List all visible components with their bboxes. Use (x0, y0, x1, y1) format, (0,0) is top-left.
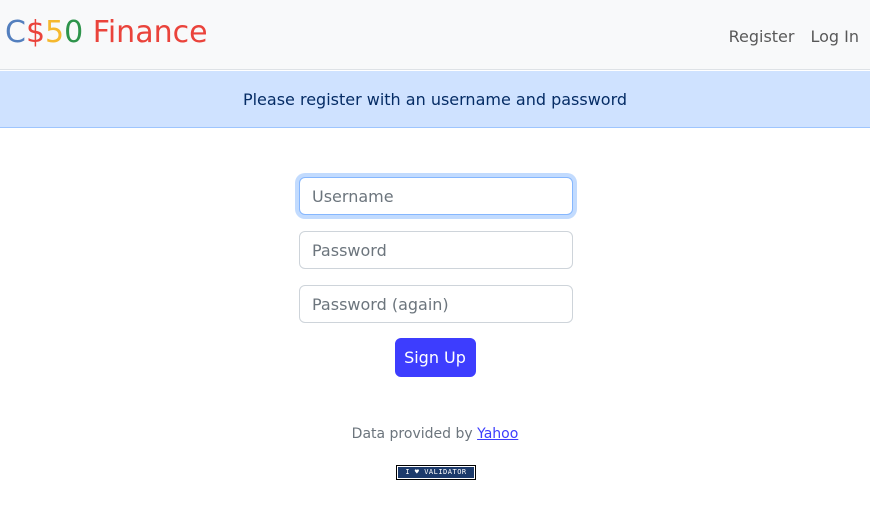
password-confirmation-input[interactable] (299, 285, 573, 323)
alert-banner: Please register with an username and pas… (0, 71, 870, 128)
brand-letter-five: 5 (45, 15, 65, 50)
sign-up-button[interactable]: Sign Up (394, 338, 476, 377)
brand-letter-c: C (5, 15, 26, 50)
navbar: C$50 Finance Register Log In (0, 0, 870, 70)
login-link[interactable]: Log In (810, 26, 859, 48)
brand-letter-zero: 0 (64, 15, 84, 50)
nav-links: Register Log In (729, 26, 859, 48)
brand-logo-link[interactable]: C$50 Finance (5, 14, 208, 52)
register-form (299, 177, 573, 339)
yahoo-link[interactable]: Yahoo (477, 426, 518, 442)
footer-text: Data provided by (351, 426, 478, 442)
register-link[interactable]: Register (729, 26, 795, 48)
submit-row: Sign Up (0, 338, 870, 377)
alert-message: Please register with an username and pas… (242, 89, 628, 109)
validator-badge-label: I ♥ VALIDATOR (398, 467, 474, 478)
footer: Data provided by Yahoo (0, 426, 870, 442)
validator-badge[interactable]: I ♥ VALIDATOR (396, 465, 476, 480)
password-input[interactable] (299, 231, 573, 269)
username-input[interactable] (299, 177, 573, 215)
brand-letter-dollar: $ (25, 15, 46, 50)
brand-word-finance: Finance (83, 15, 208, 50)
